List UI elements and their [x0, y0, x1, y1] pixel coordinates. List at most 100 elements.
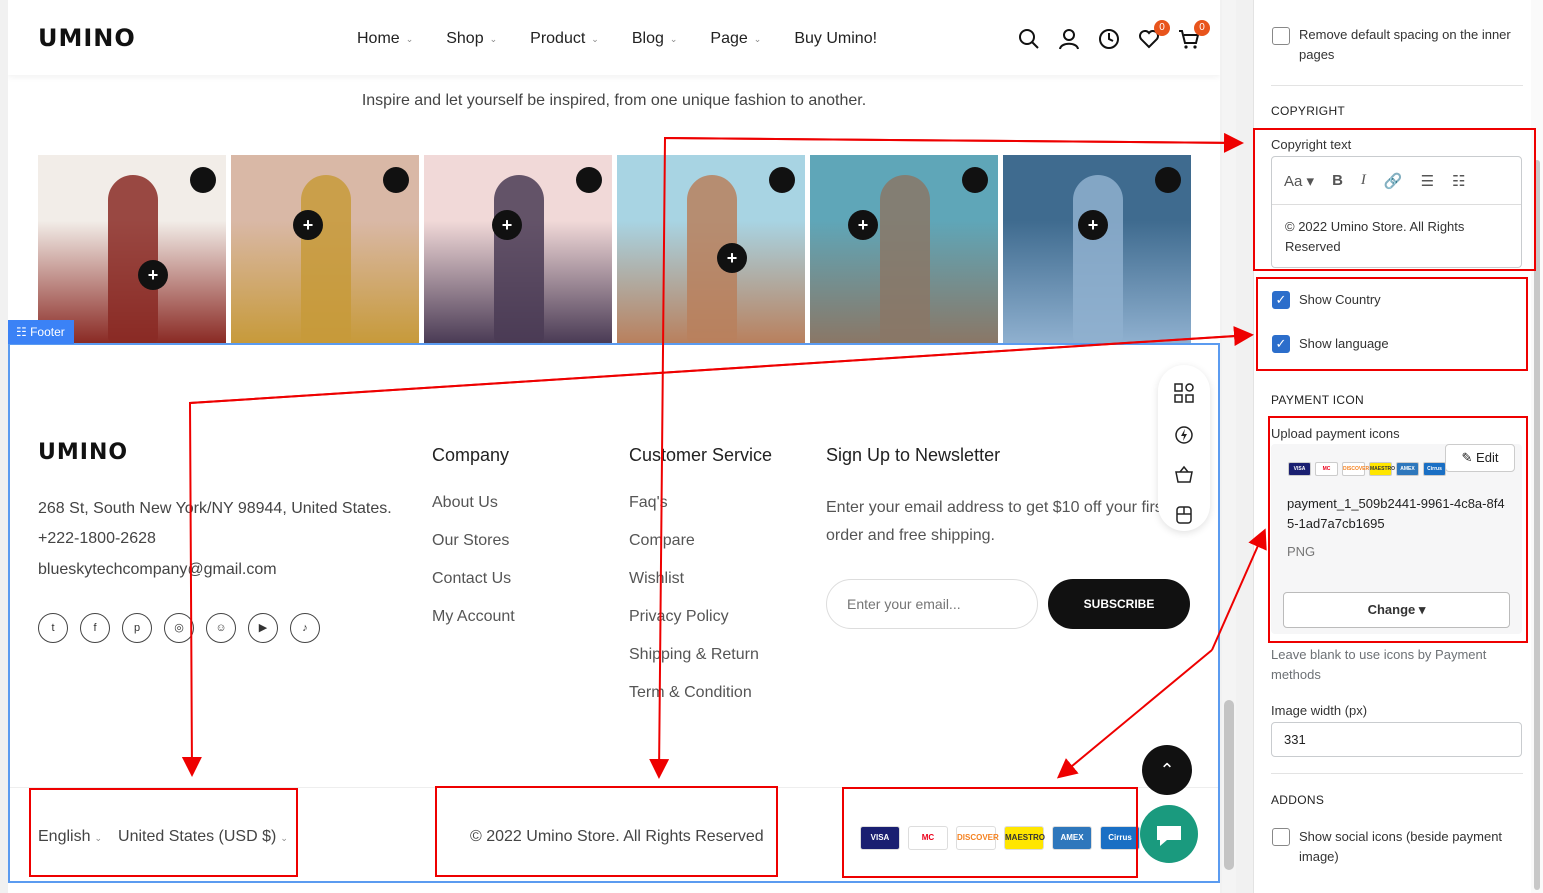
- footer-email[interactable]: blueskytechcompany@gmail.com: [38, 561, 277, 579]
- product-hotspot-plus-icon[interactable]: +: [492, 210, 522, 240]
- chevron-down-icon: ⌄: [405, 33, 414, 44]
- gallery-image[interactable]: +: [617, 155, 805, 343]
- italic-icon[interactable]: I: [1361, 172, 1366, 189]
- wishlist-button[interactable]: 0: [1138, 20, 1170, 50]
- link-icon[interactable]: 🔗: [1384, 172, 1403, 190]
- nav-item-buy-umino[interactable]: Buy Umino!: [794, 30, 877, 48]
- site-footer[interactable]: UMINO 268 St, South New York/NY 98944, U…: [8, 343, 1220, 883]
- snapchat-icon[interactable]: ☺: [206, 613, 236, 643]
- newsletter-text-line-2: order and free shipping.: [826, 527, 995, 544]
- chat-button[interactable]: [1140, 805, 1198, 863]
- numbered-list-icon[interactable]: ☷: [1452, 172, 1465, 190]
- pinterest-icon[interactable]: p: [122, 613, 152, 643]
- youtube-icon[interactable]: ▶: [248, 613, 278, 643]
- product-hotspot-plus-icon[interactable]: +: [717, 243, 747, 273]
- instagram-icon[interactable]: ◎: [164, 613, 194, 643]
- font-style-dropdown[interactable]: Aa ▾: [1284, 172, 1314, 190]
- nav-item-product[interactable]: Product ⌄: [530, 30, 599, 48]
- product-hotspot-plus-icon[interactable]: +: [1078, 210, 1108, 240]
- cart-button[interactable]: 0: [1178, 20, 1210, 50]
- upload-payment-label: Upload payment icons: [1271, 426, 1400, 441]
- footer-link[interactable]: My Account: [432, 608, 515, 646]
- lightning-icon[interactable]: [1174, 425, 1194, 445]
- gallery-image[interactable]: +: [38, 155, 226, 343]
- remove-spacing-checkbox[interactable]: [1272, 27, 1290, 45]
- footer-link[interactable]: Term & Condition: [629, 684, 772, 722]
- footer-newsletter-column: Sign Up to Newsletter Enter your email a…: [826, 445, 1160, 550]
- recently-viewed-icon[interactable]: [1098, 28, 1120, 50]
- basket-icon[interactable]: [1174, 465, 1194, 485]
- copyright-rich-text-editor[interactable]: Aa ▾ B I 🔗 ☰ ☷ © 2022 Umino Store. All R…: [1271, 156, 1522, 268]
- subscribe-button[interactable]: SUBSCRIBE: [1048, 579, 1190, 629]
- quick-shop-bag-icon[interactable]: [190, 167, 216, 193]
- show-language-label: Show language: [1299, 336, 1389, 351]
- nav-item-home[interactable]: Home ⌄: [357, 30, 413, 48]
- quick-shop-bag-icon[interactable]: [576, 167, 602, 193]
- panel-scrollbar-thumb[interactable]: [1534, 160, 1540, 890]
- nav-item-page[interactable]: Page ⌄: [710, 30, 761, 48]
- payment-image-thumbnail: VISA MC DISCOVER MAESTRO AMEX Cirrus: [1288, 462, 1446, 476]
- thumb-payment-maestro-icon: MAESTRO: [1369, 462, 1395, 476]
- edit-image-button[interactable]: ✎ Edit: [1445, 444, 1515, 472]
- gallery-image[interactable]: +: [424, 155, 612, 343]
- gallery-image[interactable]: +: [1003, 155, 1191, 343]
- product-hotspot-plus-icon[interactable]: +: [138, 260, 168, 290]
- footer-logo[interactable]: UMINO: [38, 440, 128, 465]
- country-value: United States (USD $): [118, 828, 277, 845]
- quick-shop-bag-icon[interactable]: [1155, 167, 1181, 193]
- scroll-to-top-button[interactable]: ⌃: [1142, 745, 1192, 795]
- twitter-icon[interactable]: t: [38, 613, 68, 643]
- product-hotspot-plus-icon[interactable]: +: [293, 210, 323, 240]
- thumb-payment-visa-icon: VISA: [1288, 462, 1311, 476]
- quick-shop-bag-icon[interactable]: [769, 167, 795, 193]
- chevron-down-icon: ⌄: [753, 33, 762, 44]
- payment-amex-icon: AMEX: [1052, 826, 1092, 850]
- footer-section-tag[interactable]: ☷ Footer: [8, 320, 74, 344]
- settings-panel: Remove default spacing on the inner page…: [1253, 0, 1543, 893]
- company-heading: Company: [432, 445, 510, 465]
- country-selector[interactable]: United States (USD $) ⌄: [118, 828, 288, 846]
- site-logo[interactable]: UMINO: [38, 24, 136, 52]
- preview-scrollbar-thumb[interactable]: [1224, 700, 1234, 870]
- footer-link[interactable]: Wishlist: [629, 570, 772, 608]
- image-width-input[interactable]: [1271, 722, 1522, 757]
- store-icon[interactable]: [1174, 505, 1194, 525]
- account-icon[interactable]: [1058, 28, 1080, 50]
- show-social-checkbox[interactable]: [1272, 828, 1290, 846]
- footer-link[interactable]: Our Stores: [432, 532, 515, 570]
- copyright-text-content[interactable]: © 2022 Umino Store. All Rights Reserved: [1272, 205, 1521, 269]
- gallery-image[interactable]: +: [810, 155, 998, 343]
- nav-item-shop[interactable]: Shop ⌄: [446, 30, 497, 48]
- change-image-button[interactable]: Change ▾: [1283, 592, 1510, 628]
- quick-shop-bag-icon[interactable]: [962, 167, 988, 193]
- show-country-checkbox[interactable]: ✓: [1272, 291, 1290, 309]
- panel-scrollbar[interactable]: [1531, 0, 1543, 893]
- floating-toolbar: [1158, 365, 1210, 531]
- site-header: UMINO Home ⌄ Shop ⌄ Product ⌄ Blog ⌄ Page ⌄ Buy Um…: [8, 0, 1220, 75]
- footer-social-links: t f p ◎ ☺ ▶ ♪: [38, 613, 320, 643]
- show-language-checkbox[interactable]: ✓: [1272, 335, 1290, 353]
- footer-phone[interactable]: +222-1800-2628: [38, 530, 156, 548]
- gallery-image[interactable]: +: [231, 155, 419, 343]
- tiktok-icon[interactable]: ♪: [290, 613, 320, 643]
- footer-link[interactable]: Contact Us: [432, 570, 515, 608]
- footer-link[interactable]: Faq's: [629, 494, 772, 532]
- category-grid-icon[interactable]: [1174, 383, 1194, 403]
- footer-link[interactable]: Shipping & Return: [629, 646, 772, 684]
- footer-link[interactable]: Compare: [629, 532, 772, 570]
- bold-icon[interactable]: B: [1332, 172, 1343, 189]
- newsletter-email-input[interactable]: [826, 579, 1038, 629]
- language-selector[interactable]: English ⌄: [38, 828, 102, 846]
- divider: [1271, 773, 1523, 774]
- thumb-payment-discover-icon: DISCOVER: [1342, 462, 1369, 476]
- footer-link[interactable]: Privacy Policy: [629, 608, 772, 646]
- nav-item-blog[interactable]: Blog ⌄: [632, 30, 678, 48]
- quick-shop-bag-icon[interactable]: [383, 167, 409, 193]
- search-icon[interactable]: [1018, 28, 1040, 50]
- divider: [1271, 85, 1523, 86]
- product-hotspot-plus-icon[interactable]: +: [848, 210, 878, 240]
- bullet-list-icon[interactable]: ☰: [1421, 172, 1434, 190]
- footer-link[interactable]: About Us: [432, 494, 515, 532]
- preview-scrollbar[interactable]: [1222, 0, 1236, 893]
- facebook-icon[interactable]: f: [80, 613, 110, 643]
